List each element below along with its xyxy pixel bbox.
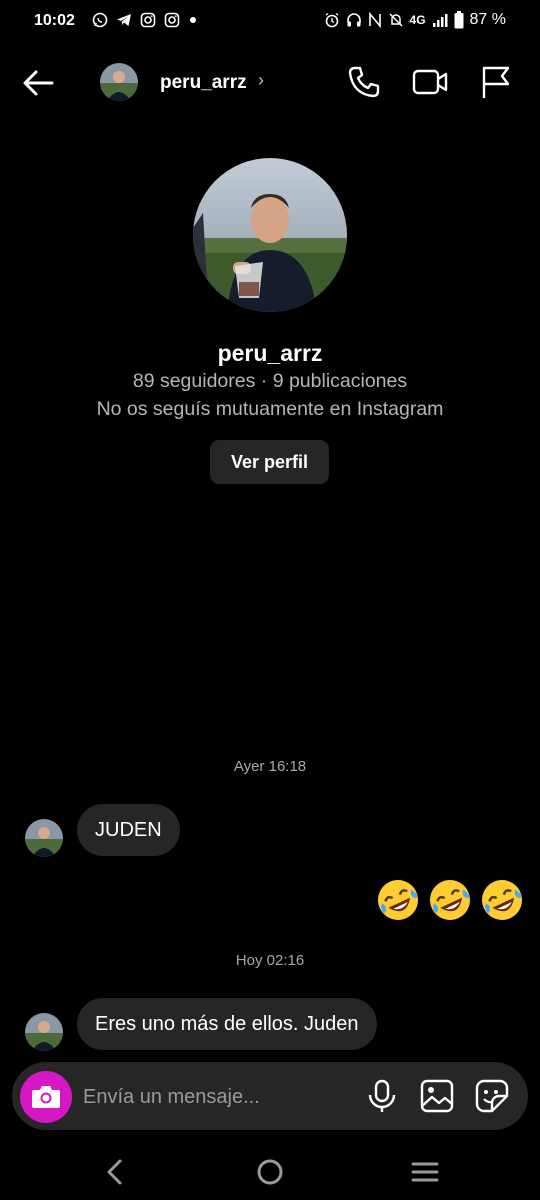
nfc-icon — [368, 12, 381, 28]
status-time: 10:02 — [34, 12, 75, 29]
back-arrow-icon[interactable] — [22, 66, 56, 100]
message-input[interactable] — [83, 1082, 343, 1112]
header-avatar[interactable] — [100, 63, 138, 101]
signal-icon — [432, 14, 448, 27]
microphone-icon[interactable] — [364, 1078, 400, 1114]
dot-icon — [190, 17, 196, 23]
profile-photo[interactable] — [193, 158, 347, 312]
rofl-emoji-icon — [378, 880, 418, 920]
battery-icon — [454, 11, 464, 29]
rofl-emoji-icon — [430, 880, 470, 920]
view-profile-button[interactable]: Ver perfil — [210, 440, 329, 484]
telegram-icon — [117, 14, 131, 26]
instagram-icon — [140, 12, 156, 28]
instagram-icon — [164, 12, 180, 28]
nav-back-icon[interactable] — [98, 1155, 132, 1189]
profile-stats: 89 seguidores · 9 publicaciones — [132, 370, 408, 392]
message-bubble[interactable]: Eres uno más de ellos. Juden — [77, 998, 377, 1050]
timestamp: Hoy 02:16 — [235, 952, 305, 969]
profile-mutual-status: No os seguís mutuamente en Instagram — [96, 398, 444, 420]
chevron-right-icon[interactable]: › — [258, 70, 264, 91]
network-type: 4G — [409, 13, 426, 27]
alarm-icon — [325, 12, 338, 28]
recents-icon[interactable] — [408, 1155, 442, 1189]
timestamp: Ayer 16:18 — [233, 758, 307, 775]
profile-username: peru_arrz — [217, 340, 323, 366]
status-left-icons — [92, 12, 198, 28]
mute-icon — [388, 13, 403, 27]
gallery-icon[interactable] — [419, 1078, 455, 1114]
camera-icon[interactable] — [20, 1071, 72, 1123]
video-icon[interactable] — [412, 64, 448, 100]
rofl-emoji-icon — [482, 880, 522, 920]
sender-avatar[interactable] — [25, 819, 63, 857]
status-right: 4G 87 % — [324, 11, 506, 29]
headphones-icon — [346, 13, 361, 27]
sender-avatar[interactable] — [25, 1013, 63, 1051]
message-bubble[interactable]: JUDEN — [77, 804, 180, 856]
flag-icon[interactable] — [478, 64, 514, 100]
battery-level: 87 % — [469, 11, 506, 28]
header-username[interactable]: peru_arrz — [160, 72, 247, 94]
phone-icon[interactable] — [346, 64, 382, 100]
whatsapp-icon — [92, 12, 108, 28]
sent-emoji-message[interactable]: 🤣🤣🤣 — [374, 876, 526, 924]
sticker-icon[interactable] — [474, 1078, 510, 1114]
home-icon[interactable] — [253, 1155, 287, 1189]
